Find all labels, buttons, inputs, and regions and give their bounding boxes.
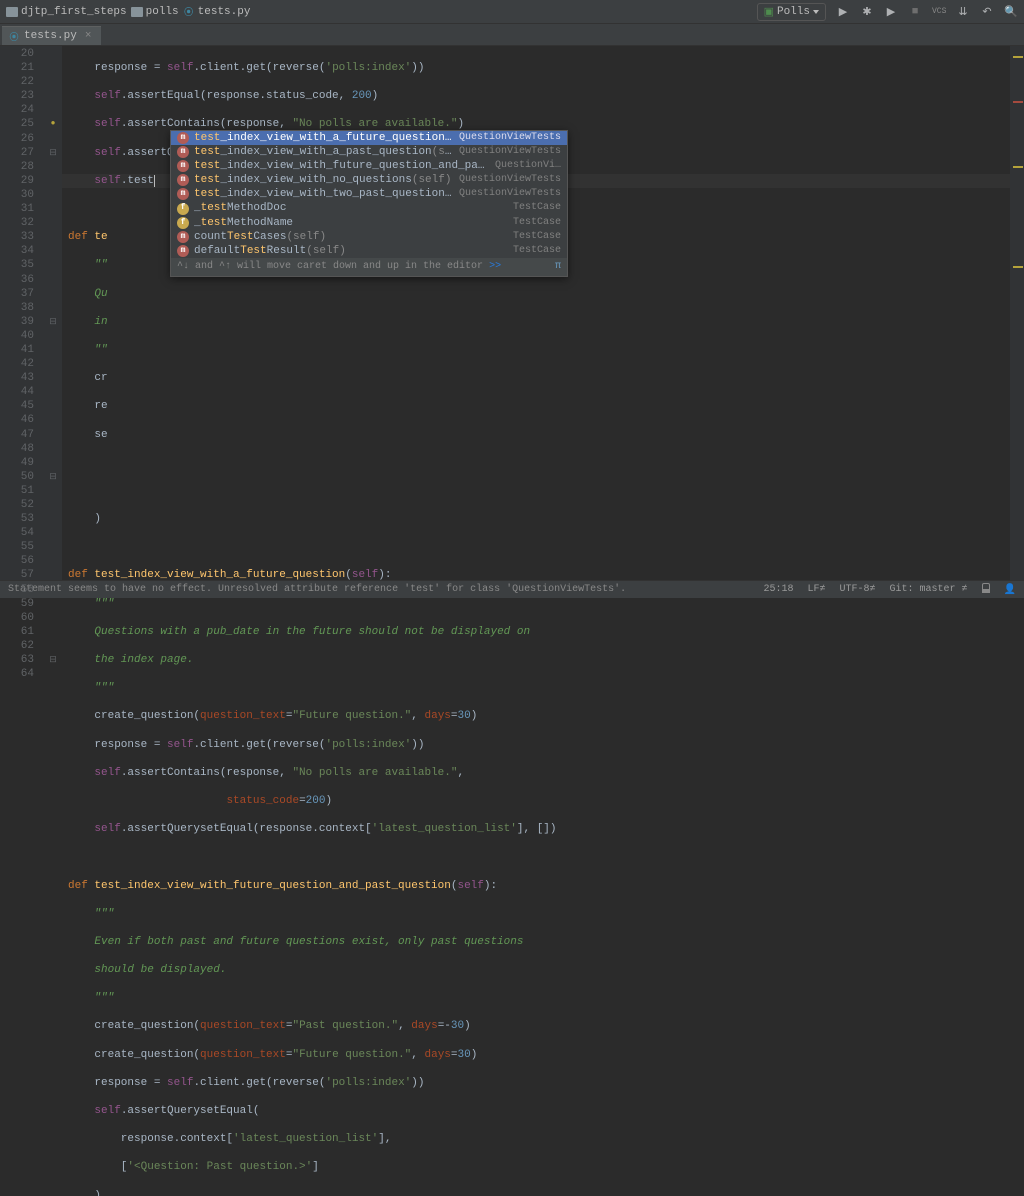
editor-area: 2021222324252627282930313233343536373839… bbox=[0, 46, 1024, 580]
folder-icon bbox=[6, 7, 18, 17]
code-completion-popup[interactable]: mtest_index_view_with_a_future_question(… bbox=[170, 130, 568, 277]
breadcrumb: djtp_first_steps polls ⦿tests.py bbox=[6, 6, 757, 18]
error-stripe[interactable] bbox=[1010, 46, 1024, 580]
method-icon: m bbox=[177, 245, 189, 257]
completion-hint: ^↓ and ^↑ will move caret down and up in… bbox=[171, 258, 567, 276]
completion-item[interactable]: mtest_index_view_with_no_questions(self)… bbox=[171, 173, 567, 187]
debug-button[interactable]: ✱ bbox=[860, 5, 874, 19]
search-everywhere-icon[interactable]: 🔍 bbox=[1004, 5, 1018, 19]
breadcrumb-file[interactable]: ⦿tests.py bbox=[183, 6, 251, 18]
method-icon: m bbox=[177, 132, 189, 144]
method-icon: m bbox=[177, 146, 189, 158]
folder-icon bbox=[131, 7, 143, 17]
field-icon: f bbox=[177, 203, 189, 215]
method-icon: m bbox=[177, 231, 189, 243]
completion-item[interactable]: f_testMethodDocTestCase bbox=[171, 201, 567, 215]
close-icon[interactable]: × bbox=[85, 30, 92, 42]
breadcrumb-folder[interactable]: polls bbox=[131, 6, 179, 18]
vcs-icon[interactable]: VCS bbox=[932, 7, 946, 16]
gutter-marks: ●⊟⊟⊟⊟ bbox=[44, 46, 62, 580]
line-gutter[interactable]: 2021222324252627282930313233343536373839… bbox=[0, 46, 44, 580]
completion-item[interactable]: mdefaultTestResult(self)TestCase bbox=[171, 244, 567, 258]
toolbar-right: ▣ Polls ▶ ✱ ▶ ■ VCS ⇊ ↶ 🔍 bbox=[757, 3, 1018, 21]
method-icon: m bbox=[177, 160, 189, 172]
completion-item[interactable]: mtest_index_view_with_future_question_an… bbox=[171, 159, 567, 173]
stop-button[interactable]: ■ bbox=[908, 6, 922, 18]
completion-item[interactable]: mtest_index_view_with_a_future_question(… bbox=[171, 131, 567, 145]
completion-item[interactable]: mtest_index_view_with_a_past_question(se… bbox=[171, 145, 567, 159]
revert-icon[interactable]: ↶ bbox=[980, 5, 994, 19]
chevron-down-icon bbox=[813, 10, 819, 14]
python-file-icon: ⦿ bbox=[8, 30, 20, 42]
tab-tests-py[interactable]: ⦿ tests.py × bbox=[2, 26, 101, 45]
code-editor[interactable]: response = self.client.get(reverse('poll… bbox=[62, 46, 1010, 580]
method-icon: m bbox=[177, 188, 189, 200]
breadcrumb-project[interactable]: djtp_first_steps bbox=[6, 6, 127, 18]
completion-item[interactable]: mtest_index_view_with_two_past_questions… bbox=[171, 187, 567, 201]
completion-hint-link[interactable]: >> bbox=[489, 261, 501, 272]
run-button[interactable]: ▶ bbox=[836, 5, 850, 19]
method-icon: m bbox=[177, 174, 189, 186]
run-coverage-button[interactable]: ▶ bbox=[884, 5, 898, 19]
run-config-selector[interactable]: ▣ Polls bbox=[757, 3, 826, 21]
field-icon: f bbox=[177, 217, 189, 229]
completion-item[interactable]: mcountTestCases(self)TestCase bbox=[171, 230, 567, 244]
run-target-icon: ▣ bbox=[764, 5, 774, 19]
update-project-icon[interactable]: ⇊ bbox=[956, 5, 970, 19]
top-toolbar: djtp_first_steps polls ⦿tests.py ▣ Polls… bbox=[0, 0, 1024, 24]
completion-item[interactable]: f_testMethodNameTestCase bbox=[171, 216, 567, 230]
python-file-icon: ⦿ bbox=[183, 6, 195, 18]
editor-tabs: ⦿ tests.py × bbox=[0, 24, 1024, 46]
